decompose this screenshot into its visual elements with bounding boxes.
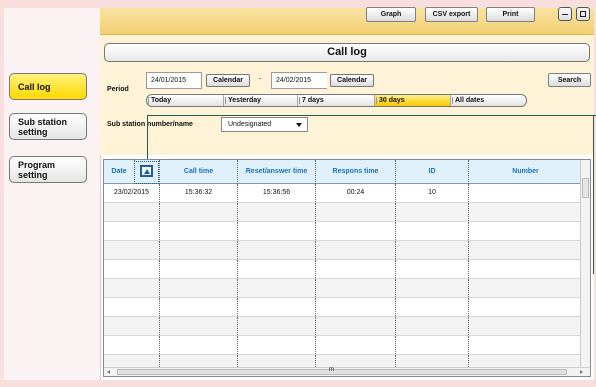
start-date-field[interactable]: 24/01/2015 bbox=[146, 72, 202, 89]
vertical-scroll-thumb[interactable] bbox=[582, 178, 589, 198]
range-today[interactable]: Today bbox=[147, 95, 224, 106]
call-log-table: Date Call time Reset/answer time Respons… bbox=[103, 159, 591, 377]
table-row[interactable] bbox=[104, 222, 582, 241]
period-label: Period bbox=[107, 86, 129, 93]
graph-button[interactable]: Graph bbox=[366, 7, 416, 22]
date-separator: - bbox=[259, 76, 262, 83]
table-header: Date Call time Reset/answer time Respons… bbox=[104, 160, 582, 184]
date-cell: 23/02/2015 bbox=[104, 184, 160, 202]
start-calendar-button[interactable]: Calendar bbox=[206, 74, 250, 87]
substation-label: Sub station number/name bbox=[107, 121, 193, 128]
vertical-scrollbar[interactable] bbox=[580, 160, 590, 368]
call-time-cell: 15:36:32 bbox=[160, 184, 238, 202]
id-cell: 10 bbox=[396, 184, 469, 202]
table-row[interactable]: 23/02/2015 15:36:32 15:36:56 00:24 10 bbox=[104, 184, 582, 203]
reset-answer-time-cell: 15:36:56 bbox=[238, 184, 316, 202]
response-time-column-header[interactable]: Respons time bbox=[316, 160, 396, 184]
sort-ascending-icon[interactable] bbox=[140, 165, 153, 177]
table-row[interactable] bbox=[104, 241, 582, 260]
date-column-header[interactable]: Date bbox=[104, 160, 135, 184]
chevron-down-icon bbox=[296, 123, 302, 127]
substation-selected-value: Undesignated bbox=[228, 121, 272, 128]
response-time-cell: 00:24 bbox=[316, 184, 396, 202]
table-row[interactable] bbox=[104, 336, 582, 355]
end-date-field[interactable]: 24/02/2015 bbox=[271, 72, 327, 89]
table-row[interactable] bbox=[104, 317, 582, 336]
minimize-icon[interactable] bbox=[558, 7, 572, 21]
call-time-column-header[interactable]: Call time bbox=[160, 160, 238, 184]
left-navigation-panel bbox=[4, 8, 100, 380]
callout-line-horizontal bbox=[147, 115, 596, 116]
range-7-days[interactable]: 7 days bbox=[298, 95, 375, 106]
sidebar-item-sub-station-setting[interactable]: Sub station setting bbox=[9, 113, 87, 140]
page-title: Call log bbox=[104, 43, 590, 62]
reset-answer-time-column-header[interactable]: Reset/answer time bbox=[238, 160, 316, 184]
range-all-dates[interactable]: All dates bbox=[451, 95, 526, 106]
end-calendar-button[interactable]: Calendar bbox=[330, 74, 374, 87]
scroll-right-icon[interactable] bbox=[580, 370, 583, 374]
scroll-left-icon[interactable] bbox=[107, 370, 110, 374]
horizontal-scrollbar[interactable]: m bbox=[104, 367, 590, 376]
print-button[interactable]: Print bbox=[486, 7, 535, 22]
number-cell bbox=[469, 184, 582, 202]
horizontal-scroll-thumb[interactable] bbox=[117, 369, 567, 375]
table-row[interactable] bbox=[104, 298, 582, 317]
search-button[interactable]: Search bbox=[548, 73, 591, 87]
id-column-header[interactable]: ID bbox=[396, 160, 469, 184]
substation-select[interactable]: Undesignated bbox=[221, 117, 308, 132]
table-row[interactable] bbox=[104, 279, 582, 298]
range-yesterday[interactable]: Yesterday bbox=[224, 95, 298, 106]
csv-export-button[interactable]: CSV export bbox=[425, 7, 478, 22]
callout-line-right bbox=[593, 115, 594, 274]
maximize-icon[interactable] bbox=[576, 7, 590, 21]
table-row[interactable] bbox=[104, 260, 582, 279]
sidebar-item-program-setting[interactable]: Program setting bbox=[9, 156, 87, 183]
callout-line-vertical bbox=[147, 115, 148, 162]
range-30-days[interactable]: 30 days bbox=[375, 95, 451, 106]
number-column-header[interactable]: Number bbox=[469, 160, 582, 184]
sidebar-item-call-log[interactable]: Call log bbox=[9, 73, 87, 100]
table-row[interactable] bbox=[104, 203, 582, 222]
scroll-grip-marker: m bbox=[329, 367, 334, 373]
date-range-selector: Today Yesterday 7 days 30 days All dates bbox=[146, 94, 527, 107]
